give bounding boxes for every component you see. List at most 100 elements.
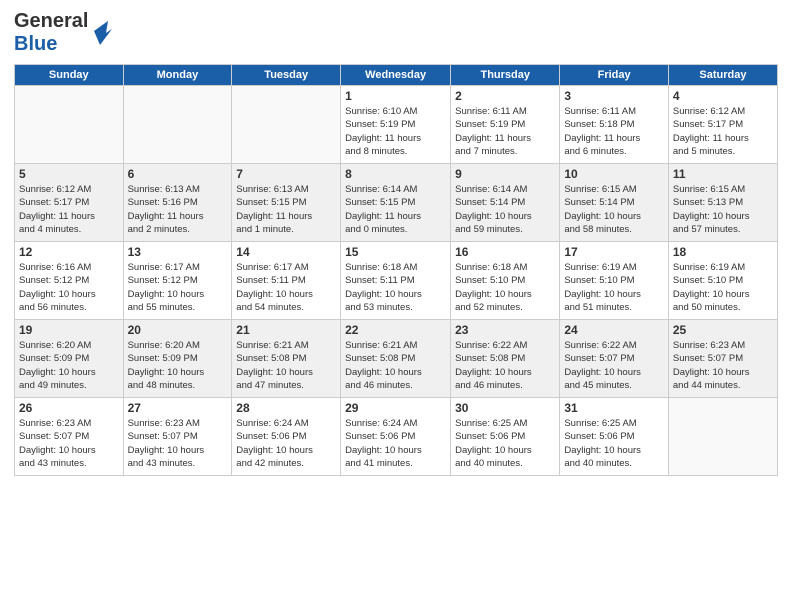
day-number: 11 xyxy=(673,167,773,181)
day-number: 14 xyxy=(236,245,336,259)
calendar-day-cell: 6Sunrise: 6:13 AMSunset: 5:16 PMDaylight… xyxy=(123,164,232,242)
logo-bird-icon xyxy=(90,17,112,45)
day-info: Sunrise: 6:17 AMSunset: 5:12 PMDaylight:… xyxy=(128,261,228,314)
day-info: Sunrise: 6:16 AMSunset: 5:12 PMDaylight:… xyxy=(19,261,119,314)
calendar-day-cell: 31 Sunrise: 6:25 AMSunset: 5:06 PMDayligh… xyxy=(560,398,669,476)
calendar-day-cell: 14 Sunrise: 6:17 AMSunset: 5:11 PMDayligh… xyxy=(232,242,341,320)
day-number: 21 xyxy=(236,323,336,337)
day-info: Sunrise: 6:25 AMSunset: 5:06 PMDaylight:… xyxy=(564,417,664,470)
calendar-day-cell: 26Sunrise: 6:23 AMSunset: 5:07 PMDayligh… xyxy=(15,398,124,476)
calendar-day-cell: 27 Sunrise: 6:23 AMSunset: 5:07 PMDayligh… xyxy=(123,398,232,476)
day-number: 5 xyxy=(19,167,119,181)
day-info: Sunrise: 6:23 AMSunset: 5:07 PMDaylight:… xyxy=(673,339,773,392)
calendar-day-cell: 18 Sunrise: 6:19 AMSunset: 5:10 PMDayligh… xyxy=(668,242,777,320)
calendar-week-row: 26Sunrise: 6:23 AMSunset: 5:07 PMDayligh… xyxy=(15,398,778,476)
day-number: 15 xyxy=(345,245,446,259)
logo-blue: Blue xyxy=(14,33,88,56)
day-info: Sunrise: 6:18 AMSunset: 5:10 PMDaylight:… xyxy=(455,261,555,314)
day-number: 18 xyxy=(673,245,773,259)
day-info: Sunrise: 6:23 AMSunset: 5:07 PMDaylight:… xyxy=(19,417,119,470)
calendar-day-cell: 23 Sunrise: 6:22 AMSunset: 5:08 PMDayligh… xyxy=(451,320,560,398)
calendar-day-cell: 7 Sunrise: 6:13 AMSunset: 5:15 PMDaylight… xyxy=(232,164,341,242)
logo-wordmark: General Blue xyxy=(14,10,112,56)
day-info: Sunrise: 6:14 AMSunset: 5:15 PMDaylight:… xyxy=(345,183,446,236)
day-number: 3 xyxy=(564,89,664,103)
day-number: 17 xyxy=(564,245,664,259)
day-number: 25 xyxy=(673,323,773,337)
day-info: Sunrise: 6:12 AMSunset: 5:17 PMDaylight:… xyxy=(673,105,773,158)
calendar-day-cell: 22Sunrise: 6:21 AMSunset: 5:08 PMDayligh… xyxy=(341,320,451,398)
day-info: Sunrise: 6:20 AMSunset: 5:09 PMDaylight:… xyxy=(128,339,228,392)
calendar-day-cell: 25 Sunrise: 6:23 AMSunset: 5:07 PMDayligh… xyxy=(668,320,777,398)
day-number: 19 xyxy=(19,323,119,337)
calendar-day-cell: 1Sunrise: 6:10 AMSunset: 5:19 PMDaylight… xyxy=(341,86,451,164)
day-info: Sunrise: 6:13 AMSunset: 5:15 PMDaylight:… xyxy=(236,183,336,236)
day-info: Sunrise: 6:15 AMSunset: 5:14 PMDaylight:… xyxy=(564,183,664,236)
day-number: 7 xyxy=(236,167,336,181)
day-info: Sunrise: 6:18 AMSunset: 5:11 PMDaylight:… xyxy=(345,261,446,314)
calendar-day-cell: 9 Sunrise: 6:14 AMSunset: 5:14 PMDaylight… xyxy=(451,164,560,242)
calendar-day-cell: 20 Sunrise: 6:20 AMSunset: 5:09 PMDayligh… xyxy=(123,320,232,398)
calendar-day-cell xyxy=(15,86,124,164)
weekday-header-sunday: Sunday xyxy=(15,65,124,86)
day-number: 12 xyxy=(19,245,119,259)
day-info: Sunrise: 6:19 AMSunset: 5:10 PMDaylight:… xyxy=(564,261,664,314)
day-number: 20 xyxy=(128,323,228,337)
day-number: 2 xyxy=(455,89,555,103)
day-info: Sunrise: 6:13 AMSunset: 5:16 PMDaylight:… xyxy=(128,183,228,236)
day-number: 9 xyxy=(455,167,555,181)
day-number: 31 xyxy=(564,401,664,415)
weekday-header-thursday: Thursday xyxy=(451,65,560,86)
day-info: Sunrise: 6:22 AMSunset: 5:08 PMDaylight:… xyxy=(455,339,555,392)
day-info: Sunrise: 6:15 AMSunset: 5:13 PMDaylight:… xyxy=(673,183,773,236)
calendar-day-cell: 10Sunrise: 6:15 AMSunset: 5:14 PMDayligh… xyxy=(560,164,669,242)
calendar-day-cell xyxy=(232,86,341,164)
calendar-day-cell: 11 Sunrise: 6:15 AMSunset: 5:13 PMDayligh… xyxy=(668,164,777,242)
calendar-day-cell: 21 Sunrise: 6:21 AMSunset: 5:08 PMDayligh… xyxy=(232,320,341,398)
calendar-day-cell: 28Sunrise: 6:24 AMSunset: 5:06 PMDayligh… xyxy=(232,398,341,476)
day-info: Sunrise: 6:12 AMSunset: 5:17 PMDaylight:… xyxy=(19,183,119,236)
day-info: Sunrise: 6:24 AMSunset: 5:06 PMDaylight:… xyxy=(236,417,336,470)
weekday-header-tuesday: Tuesday xyxy=(232,65,341,86)
day-info: Sunrise: 6:19 AMSunset: 5:10 PMDaylight:… xyxy=(673,261,773,314)
day-info: Sunrise: 6:17 AMSunset: 5:11 PMDaylight:… xyxy=(236,261,336,314)
calendar-day-cell: 8Sunrise: 6:14 AMSunset: 5:15 PMDaylight… xyxy=(341,164,451,242)
day-number: 1 xyxy=(345,89,446,103)
day-number: 30 xyxy=(455,401,555,415)
day-info: Sunrise: 6:14 AMSunset: 5:14 PMDaylight:… xyxy=(455,183,555,236)
logo: General Blue xyxy=(14,10,112,56)
page-container: General Blue SundayMondayTuesdayWednesda… xyxy=(0,0,792,612)
calendar-day-cell: 15 Sunrise: 6:18 AMSunset: 5:11 PMDayligh… xyxy=(341,242,451,320)
weekday-header-wednesday: Wednesday xyxy=(341,65,451,86)
calendar-week-row: 1Sunrise: 6:10 AMSunset: 5:19 PMDaylight… xyxy=(15,86,778,164)
day-number: 23 xyxy=(455,323,555,337)
logo-general: General xyxy=(14,10,88,33)
day-number: 22 xyxy=(345,323,446,337)
weekday-header-saturday: Saturday xyxy=(668,65,777,86)
calendar-day-cell: 16 Sunrise: 6:18 AMSunset: 5:10 PMDayligh… xyxy=(451,242,560,320)
day-info: Sunrise: 6:11 AMSunset: 5:18 PMDaylight:… xyxy=(564,105,664,158)
calendar-day-cell: 5 Sunrise: 6:12 AMSunset: 5:17 PMDaylight… xyxy=(15,164,124,242)
weekday-header-friday: Friday xyxy=(560,65,669,86)
calendar-day-cell: 13Sunrise: 6:17 AMSunset: 5:12 PMDayligh… xyxy=(123,242,232,320)
calendar-day-cell: 24 Sunrise: 6:22 AMSunset: 5:07 PMDayligh… xyxy=(560,320,669,398)
day-number: 16 xyxy=(455,245,555,259)
day-number: 4 xyxy=(673,89,773,103)
calendar-day-cell: 17 Sunrise: 6:19 AMSunset: 5:10 PMDayligh… xyxy=(560,242,669,320)
weekday-header-monday: Monday xyxy=(123,65,232,86)
day-info: Sunrise: 6:11 AMSunset: 5:19 PMDaylight:… xyxy=(455,105,555,158)
day-info: Sunrise: 6:21 AMSunset: 5:08 PMDaylight:… xyxy=(236,339,336,392)
day-number: 24 xyxy=(564,323,664,337)
day-info: Sunrise: 6:25 AMSunset: 5:06 PMDaylight:… xyxy=(455,417,555,470)
calendar-table: SundayMondayTuesdayWednesdayThursdayFrid… xyxy=(14,64,778,476)
day-number: 27 xyxy=(128,401,228,415)
header: General Blue xyxy=(14,10,778,56)
calendar-day-cell: 19Sunrise: 6:20 AMSunset: 5:09 PMDayligh… xyxy=(15,320,124,398)
calendar-day-cell xyxy=(668,398,777,476)
day-info: Sunrise: 6:22 AMSunset: 5:07 PMDaylight:… xyxy=(564,339,664,392)
day-info: Sunrise: 6:23 AMSunset: 5:07 PMDaylight:… xyxy=(128,417,228,470)
day-number: 29 xyxy=(345,401,446,415)
calendar-day-cell: 4 Sunrise: 6:12 AMSunset: 5:17 PMDaylight… xyxy=(668,86,777,164)
day-info: Sunrise: 6:24 AMSunset: 5:06 PMDaylight:… xyxy=(345,417,446,470)
calendar-day-cell: 30 Sunrise: 6:25 AMSunset: 5:06 PMDayligh… xyxy=(451,398,560,476)
